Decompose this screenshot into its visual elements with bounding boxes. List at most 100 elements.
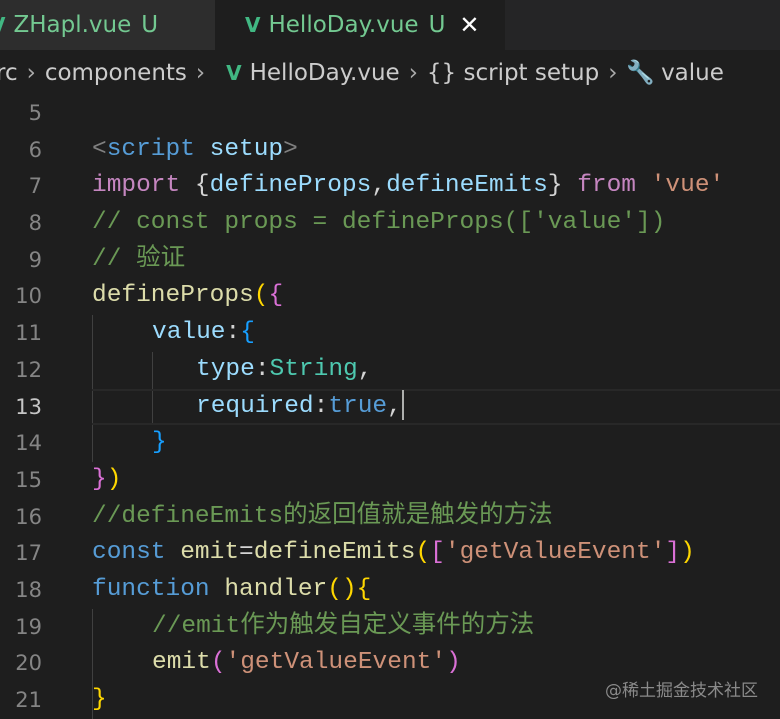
code-token: {	[240, 319, 255, 347]
code-token: ()	[327, 575, 357, 603]
watermark: @稀土掘金技术社区	[605, 681, 758, 701]
code-token: >	[283, 135, 298, 163]
line-number: 9	[28, 247, 42, 272]
code-token: }	[92, 686, 107, 713]
line-number: 20	[15, 651, 42, 676]
code-token: :	[313, 392, 329, 420]
tab-label: HelloDay.vue	[268, 12, 419, 38]
line-number: 6	[28, 137, 42, 162]
line-number: 8	[28, 211, 42, 236]
code-token: script	[106, 135, 195, 163]
code-token: value	[152, 319, 226, 347]
chevron-right-icon: ›	[408, 59, 418, 86]
line-number: 5	[28, 101, 42, 125]
chevron-right-icon: ›	[26, 59, 36, 86]
line-text: const emit=defineEmits(['getValueEvent']…	[92, 535, 695, 572]
code-token: :	[254, 355, 270, 383]
code-token: }	[152, 429, 167, 457]
code-token: defineProps	[209, 172, 372, 200]
line-text: //defineEmits的返回值就是触发的方法	[92, 499, 553, 536]
code-token: <	[92, 135, 107, 163]
code-token: ]	[665, 539, 681, 567]
code-line[interactable]: 5	[0, 95, 780, 132]
line-text: value:{	[152, 315, 255, 352]
line-number: 12	[15, 357, 42, 382]
code-token: }	[547, 172, 563, 200]
code-token: defineProps	[92, 282, 254, 310]
code-line[interactable]: 11 value:{	[0, 315, 780, 352]
line-number: 10	[15, 284, 42, 309]
code-token: (	[253, 282, 269, 310]
line-text: <script setup>	[92, 132, 298, 169]
code-token: //emit作为触发自定义事件的方法	[152, 612, 535, 640]
code-token: function	[92, 575, 225, 603]
code-line[interactable]: 16 //defineEmits的返回值就是触发的方法	[0, 499, 780, 536]
code-token: ,	[357, 355, 373, 383]
line-text: // const props = defineProps(['value'])	[92, 205, 665, 242]
breadcrumb: rc › components › V HelloDay.vue › {} sc…	[0, 50, 780, 95]
breadcrumb-value[interactable]: value	[661, 60, 724, 86]
code-token: true	[328, 392, 388, 420]
code-token: defineEmits	[386, 172, 548, 200]
untracked-badge: U	[141, 12, 159, 38]
line-text: //emit作为触发自定义事件的方法	[152, 609, 534, 646]
code-token: ,	[371, 172, 387, 200]
code-token: handler	[224, 575, 328, 603]
code-token: [	[430, 539, 445, 567]
line-number: 7	[28, 174, 42, 199]
line-text: function handler(){	[92, 572, 371, 609]
line-text: emit('getValueEvent')	[152, 645, 461, 682]
line-number: 13	[15, 394, 42, 419]
line-text: }	[92, 682, 107, 719]
code-token: // 验证	[92, 245, 186, 273]
breadcrumb-file[interactable]: HelloDay.vue	[250, 60, 400, 86]
code-line[interactable]: 10 defineProps({	[0, 278, 780, 315]
vue-icon: V	[226, 60, 242, 85]
tab-zhapl[interactable]: V ZHapl.vue U	[0, 0, 215, 50]
code-line[interactable]: 14}	[0, 425, 780, 462]
code-token: =	[239, 539, 254, 567]
code-token: )	[446, 649, 461, 677]
code-line[interactable]: 9 // 验证	[0, 242, 780, 279]
untracked-badge: U	[428, 12, 446, 38]
code-token: {	[356, 575, 372, 603]
code-token: (	[415, 539, 431, 567]
code-token: // const props = defineProps(['value'])	[92, 209, 666, 237]
vue-icon: V	[245, 13, 261, 37]
line-number: 14	[15, 431, 42, 456]
code-token: const	[92, 539, 181, 567]
code-line[interactable]: 6 <script setup>	[0, 132, 780, 169]
code-token: {	[268, 282, 284, 310]
breadcrumb-src[interactable]: rc	[0, 60, 18, 86]
line-number: 17	[15, 541, 42, 566]
breadcrumb-script-setup[interactable]: {} script setup	[427, 60, 599, 86]
line-number: 11	[15, 321, 42, 346]
code-line[interactable]: 12 type:String,	[0, 352, 780, 389]
code-token: type	[196, 355, 255, 383]
code-line[interactable]: 13 required:true,	[0, 388, 780, 426]
line-text: type:String,	[196, 352, 372, 389]
code-line[interactable]: 17 const emit=defineEmits(['getValueEvent…	[0, 535, 780, 572]
close-icon[interactable]: ✕	[459, 11, 479, 39]
code-line[interactable]: 8 // const props = defineProps(['value'])	[0, 205, 780, 242]
code-token: {	[194, 172, 210, 200]
code-token: emit	[180, 539, 240, 567]
code-token: String	[269, 355, 358, 383]
code-token: required	[196, 392, 314, 420]
code-line[interactable]: 15})	[0, 462, 780, 499]
code-token: //defineEmits的返回值就是触发的方法	[92, 502, 553, 530]
code-line[interactable]: 18 function handler(){	[0, 572, 780, 609]
line-number: 19	[15, 614, 42, 639]
breadcrumb-components[interactable]: components	[45, 60, 187, 86]
code-token: defineEmits	[253, 539, 416, 567]
code-token: (	[210, 649, 226, 677]
chevron-right-icon: ›	[195, 59, 206, 86]
code-editor[interactable]: 5 6 <script setup> 7 import {defineProps,def…	[0, 95, 780, 719]
line-number: 16	[15, 504, 42, 529]
line-text: }	[152, 425, 167, 462]
code-token: )	[680, 539, 695, 567]
code-line[interactable]: 7 import {defineProps,defineEmits} from '…	[0, 168, 780, 205]
code-line[interactable]: 19 //emit作为触发自定义事件的方法	[0, 609, 780, 646]
tab-helloday[interactable]: V HelloDay.vue U ✕	[215, 0, 505, 50]
